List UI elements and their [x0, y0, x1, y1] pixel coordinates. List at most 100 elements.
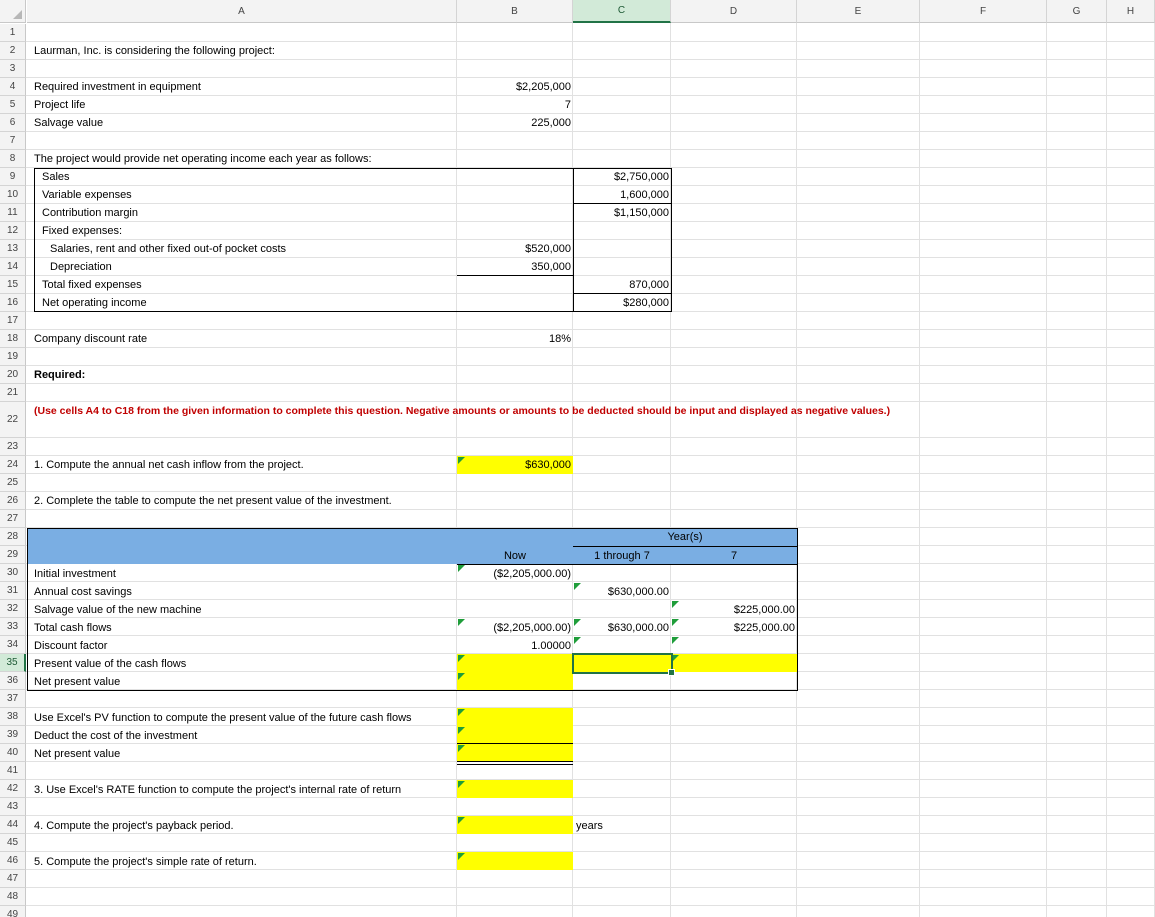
row-header-32[interactable]: 32 [0, 600, 26, 618]
row-header-23[interactable]: 23 [0, 438, 26, 456]
row-header-4[interactable]: 4 [0, 78, 26, 96]
row-header-5[interactable]: 5 [0, 96, 26, 114]
years-header: Year(s) [667, 531, 703, 543]
column-header-b[interactable]: B [457, 0, 573, 23]
row-header-25[interactable]: 25 [0, 474, 26, 492]
row-header-46[interactable]: 46 [0, 852, 26, 870]
row-header-15[interactable]: 15 [0, 276, 26, 294]
salvage-value[interactable]: 225,000 [457, 114, 571, 132]
life-label: Project life [34, 99, 86, 111]
initial-now[interactable]: ($2,205,000.00) [457, 565, 571, 583]
row-header-27[interactable]: 27 [0, 510, 26, 528]
row-header-44[interactable]: 44 [0, 816, 26, 834]
row-header-8[interactable]: 8 [0, 150, 26, 168]
row-header-47[interactable]: 47 [0, 870, 26, 888]
q3-label: 3. Use Excel's RATE function to compute … [34, 784, 402, 796]
column-gridline [796, 0, 797, 917]
row-header-35[interactable]: 35 [0, 654, 26, 672]
row-header-33[interactable]: 33 [0, 618, 26, 636]
row-header-41[interactable]: 41 [0, 762, 26, 780]
row-header-48[interactable]: 48 [0, 888, 26, 906]
pv-block-label: Use Excel's PV function to compute the p… [34, 712, 412, 724]
investment-value[interactable]: $2,205,000 [457, 78, 571, 96]
q3-answer-cell[interactable] [457, 780, 573, 798]
row-header-28[interactable]: 28 [0, 528, 26, 546]
row-header-40[interactable]: 40 [0, 744, 26, 762]
npv-label: Net present value [34, 676, 121, 688]
column-header-c[interactable]: C [573, 0, 671, 23]
active-cell-c35[interactable] [572, 653, 673, 674]
row-header-13[interactable]: 13 [0, 240, 26, 258]
noi-value[interactable]: $280,000 [573, 294, 669, 312]
life-value[interactable]: 7 [457, 96, 571, 114]
discount-label: Company discount rate [34, 333, 148, 345]
column-header-a[interactable]: A [27, 0, 457, 23]
q1-answer[interactable]: $630,000 [457, 456, 571, 474]
row-header-29[interactable]: 29 [0, 546, 26, 564]
column-header-d[interactable]: D [671, 0, 797, 23]
q5-answer-cell[interactable] [457, 852, 573, 870]
row-gridline [0, 329, 1155, 330]
total-fixed-value[interactable]: 870,000 [573, 276, 669, 294]
q4-unit: years [576, 820, 603, 832]
row-header-14[interactable]: 14 [0, 258, 26, 276]
total-7[interactable]: $225,000.00 [671, 619, 795, 637]
col-now-header: Now [503, 550, 526, 562]
cm-value[interactable]: $1,150,000 [573, 204, 669, 222]
row-header-20[interactable]: 20 [0, 366, 26, 384]
row-header-6[interactable]: 6 [0, 114, 26, 132]
row-header-43[interactable]: 43 [0, 798, 26, 816]
row-header-19[interactable]: 19 [0, 348, 26, 366]
row-gridline [0, 113, 1155, 114]
variable-value[interactable]: 1,600,000 [573, 186, 669, 204]
salvage-7[interactable]: $225,000.00 [671, 601, 795, 619]
row-header-10[interactable]: 10 [0, 186, 26, 204]
row-header-24[interactable]: 24 [0, 456, 26, 474]
row-header-18[interactable]: 18 [0, 330, 26, 348]
row-header-17[interactable]: 17 [0, 312, 26, 330]
row-header-42[interactable]: 42 [0, 780, 26, 798]
factor-now[interactable]: 1.00000 [457, 637, 571, 655]
row-header-1[interactable]: 1 [0, 24, 26, 42]
spreadsheet[interactable]: ABCDEFGH 1 2 3 4 5 6 7 8 9 10 11 12 13 14 15 16 17 18 19 20… [0, 0, 1155, 917]
discount-value[interactable]: 18% [457, 330, 571, 348]
row-header-36[interactable]: 36 [0, 672, 26, 690]
row-gridline [0, 815, 1155, 816]
annual-1to7[interactable]: $630,000.00 [573, 583, 669, 601]
row-header-31[interactable]: 31 [0, 582, 26, 600]
row-header-38[interactable]: 38 [0, 708, 26, 726]
row-header-2[interactable]: 2 [0, 42, 26, 60]
pv-block-cells[interactable] [457, 708, 573, 762]
row-header-26[interactable]: 26 [0, 492, 26, 510]
salaries-value[interactable]: $520,000 [457, 240, 571, 258]
row-header-11[interactable]: 11 [0, 204, 26, 222]
row-header-45[interactable]: 45 [0, 834, 26, 852]
fill-handle[interactable] [668, 669, 675, 676]
depreciation-value[interactable]: 350,000 [457, 258, 571, 276]
row-header-34[interactable]: 34 [0, 636, 26, 654]
total-now[interactable]: ($2,205,000.00) [457, 619, 571, 637]
row-header-37[interactable]: 37 [0, 690, 26, 708]
row-header-9[interactable]: 9 [0, 168, 26, 186]
row-header-22[interactable]: 22 [0, 402, 26, 438]
q4-answer-cell[interactable] [457, 816, 573, 834]
row-header-21[interactable]: 21 [0, 384, 26, 402]
row-header-16[interactable]: 16 [0, 294, 26, 312]
sales-value[interactable]: $2,750,000 [573, 168, 669, 186]
column-header-g[interactable]: G [1047, 0, 1107, 23]
row-header-30[interactable]: 30 [0, 564, 26, 582]
row-header-3[interactable]: 3 [0, 60, 26, 78]
column-header-f[interactable]: F [920, 0, 1047, 23]
select-all-corner[interactable] [0, 0, 26, 23]
q2-label: 2. Complete the table to compute the net… [34, 495, 392, 507]
q4-label: 4. Compute the project's payback period. [34, 820, 234, 832]
flag-pv-now [458, 655, 465, 662]
row-header-49[interactable]: 49 [0, 906, 26, 917]
total-1to7[interactable]: $630,000.00 [573, 619, 669, 637]
row-header-7[interactable]: 7 [0, 132, 26, 150]
row-header-39[interactable]: 39 [0, 726, 26, 744]
column-header-h[interactable]: H [1107, 0, 1155, 23]
column-header-e[interactable]: E [797, 0, 920, 23]
column-gridline [1046, 0, 1047, 917]
row-header-12[interactable]: 12 [0, 222, 26, 240]
